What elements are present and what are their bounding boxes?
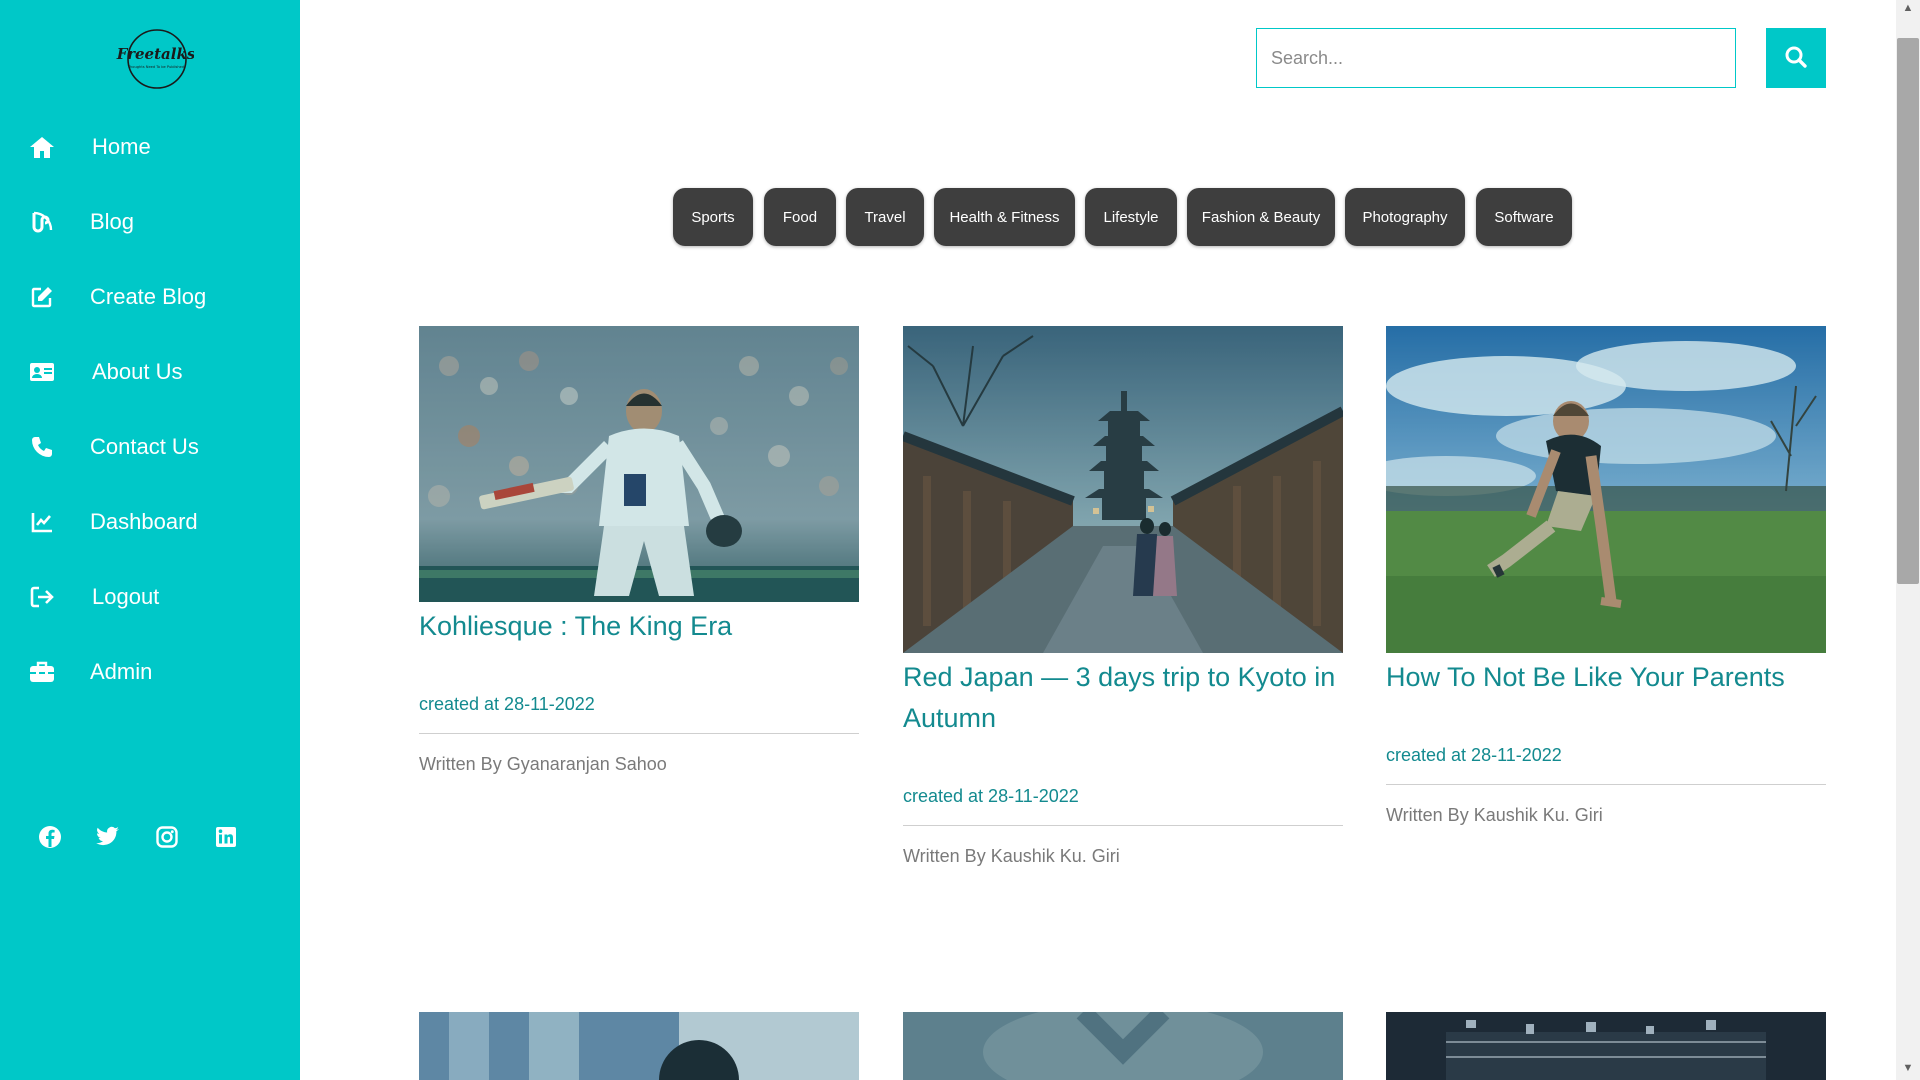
sidebar-item-blog[interactable]: Blog [0,196,300,248]
id-card-icon [29,359,55,385]
divider [903,825,1343,826]
sidebar-item-home[interactable]: Home [0,121,300,173]
post-title[interactable]: Red Japan — 3 days trip to Kyoto in Autu… [903,657,1343,739]
sidebar-item-label: Home [92,134,151,159]
sidebar-item-label: Blog [90,209,135,234]
post-author: Written By Kaushik Ku. Giri [903,846,1120,866]
sidebar-item-label: Dashboard [90,509,198,534]
sidebar-item-label: About Us [92,359,183,384]
post-card: How To Not Be Like Your Parents created … [1386,326,1826,826]
facebook-icon[interactable] [35,822,65,852]
sidebar-item-create-blog[interactable]: Create Blog [0,271,300,323]
sidebar-item-contact-us[interactable]: Contact Us [0,421,300,473]
freetalks-logo[interactable]: Freetalks Thoughts Need To be Published [112,28,194,90]
category-food[interactable]: Food [764,188,836,246]
post-image-partial[interactable] [1386,1012,1826,1080]
sidebar-item-logout[interactable]: Logout [0,571,300,623]
post-image-cricket[interactable] [419,326,859,602]
post-author: Written By Gyanaranjan Sahoo [419,754,667,774]
post-image-pushup[interactable] [1386,326,1826,653]
divider [1386,784,1826,785]
sidebar-item-dashboard[interactable]: Dashboard [0,496,300,548]
post-author: Written By Kaushik Ku. Giri [1386,805,1603,825]
logout-icon [29,584,55,610]
svg-text:Thoughts Need To be Published: Thoughts Need To be Published [127,65,184,69]
divider [419,733,859,734]
sidebar-item-label: Logout [92,584,160,609]
category-lifestyle[interactable]: Lifestyle [1085,188,1177,246]
category-fashion-beauty[interactable]: Fashion & Beauty [1187,188,1335,246]
post-image-partial[interactable] [903,1012,1343,1080]
sidebar-item-admin[interactable]: Admin [0,646,300,698]
post-title[interactable]: How To Not Be Like Your Parents [1386,657,1826,698]
sidebar-item-label: Admin [90,659,153,684]
sidebar-item-label: Create Blog [90,284,207,309]
post-created-date: created at 28-11-2022 [1386,745,1562,765]
blog-icon [29,209,55,235]
category-sports[interactable]: Sports [673,188,753,246]
instagram-icon[interactable] [152,822,182,852]
post-card: Kohliesque : The King Era created at 28-… [419,326,859,775]
svg-text:Freetalks: Freetalks [116,45,194,63]
phone-icon [29,434,55,460]
chart-line-icon [29,509,55,535]
category-health-fitness[interactable]: Health & Fitness [934,188,1075,246]
linkedin-icon[interactable] [211,822,241,852]
twitter-icon[interactable] [93,822,123,852]
toolbox-icon [29,659,55,685]
post-title[interactable]: Kohliesque : The King Era [419,606,859,647]
social-links [0,822,300,856]
post-card: Red Japan — 3 days trip to Kyoto in Autu… [903,326,1343,867]
search-input[interactable] [1256,28,1736,88]
post-image-partial[interactable] [419,1012,859,1080]
scroll-up-arrow-icon[interactable]: ▲ [1900,2,1916,16]
category-software[interactable]: Software [1476,188,1572,246]
sidebar: Freetalks Thoughts Need To be Published … [0,0,300,1080]
post-created-date: created at 28-11-2022 [419,694,595,714]
edit-icon [29,284,55,310]
post-created-date: created at 28-11-2022 [903,786,1079,806]
category-travel[interactable]: Travel [846,188,924,246]
post-image-kyoto[interactable] [903,326,1343,653]
search-button[interactable] [1766,28,1826,88]
sidebar-item-about-us[interactable]: About Us [0,346,300,398]
scrollbar-thumb[interactable] [1897,38,1919,584]
search-icon [1784,45,1808,72]
home-icon [29,134,55,160]
scroll-down-arrow-icon[interactable]: ▼ [1900,1062,1916,1076]
category-photography[interactable]: Photography [1345,188,1465,246]
sidebar-item-label: Contact Us [90,434,199,459]
